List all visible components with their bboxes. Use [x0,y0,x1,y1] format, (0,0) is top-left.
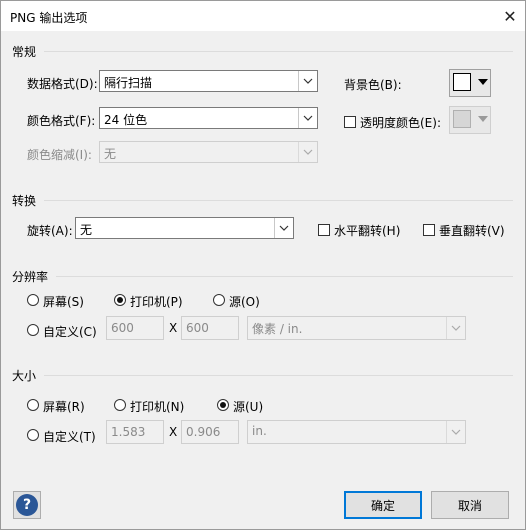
resolution-source-label: 源(O) [229,295,260,309]
background-color-label: 背景色(B): [344,78,402,92]
transparent-color-button [449,106,491,134]
resolution-source-radio[interactable] [213,294,225,306]
resolution-times-label: X [169,321,178,335]
png-output-options-dialog: PNG 输出选项 ✕ 常规 数据格式(D): 隔行扫描 颜色格式(F): 24 … [0,0,526,530]
chevron-down-icon [274,218,293,238]
size-group-title: 大小 [12,369,37,383]
ok-button[interactable]: 确定 [344,491,422,519]
cancel-button[interactable]: 取消 [431,491,509,519]
dropdown-arrow-icon [478,116,488,122]
size-unit-select: in. [247,420,466,444]
color-reduce-value: 无 [104,147,117,161]
flip-vertical-label: 垂直翻转(V) [439,224,505,238]
chevron-down-icon [298,108,317,128]
size-screen-label: 屏幕(R) [43,400,85,414]
general-group-title: 常规 [12,45,37,59]
rotate-label: 旋转(A): [27,224,73,238]
size-divider [44,375,513,376]
data-format-value: 隔行扫描 [104,76,153,90]
size-custom-label: 自定义(T) [43,430,96,444]
resolution-printer-label: 打印机(P) [130,295,183,309]
resolution-y-input: 600 [181,316,239,340]
transform-group-title: 转换 [12,194,37,208]
resolution-screen-label: 屏幕(S) [43,295,84,309]
data-format-select[interactable]: 隔行扫描 [99,70,318,92]
help-icon: ? [16,494,38,516]
chevron-down-icon [446,317,465,339]
background-color-swatch [453,73,471,91]
color-format-label: 颜色格式(F): [27,114,96,128]
dropdown-arrow-icon [478,79,488,85]
color-reduce-label: 颜色缩减(I): [27,148,92,162]
general-divider [44,51,513,52]
chevron-down-icon [298,71,317,91]
size-width-input: 1.583 [106,420,164,444]
resolution-custom-radio[interactable] [27,324,39,336]
size-source-label: 源(U) [233,400,264,414]
resolution-x-value: 600 [111,321,134,335]
size-times-label: X [169,425,178,439]
flip-horizontal-checkbox[interactable] [318,224,330,236]
color-format-select[interactable]: 24 位色 [99,107,318,129]
rotate-value: 无 [80,223,93,237]
transparent-color-swatch [453,110,471,128]
flip-horizontal-label: 水平翻转(H) [334,224,401,238]
resolution-y-value: 600 [186,321,209,335]
chevron-down-icon [298,142,317,162]
size-height-value: 0.906 [186,425,221,439]
size-custom-radio[interactable] [27,429,39,441]
help-button[interactable]: ? [13,491,41,519]
data-format-label: 数据格式(D): [27,77,98,91]
size-printer-label: 打印机(N) [130,400,185,414]
resolution-screen-radio[interactable] [27,294,39,306]
close-icon[interactable]: ✕ [495,1,525,31]
resolution-unit-select: 像素 / in. [247,316,466,340]
size-unit-value: in. [252,424,267,438]
transparent-color-checkbox[interactable] [344,116,356,128]
rotate-select[interactable]: 无 [75,217,294,239]
window-title: PNG 输出选项 [10,11,88,25]
transform-divider [44,200,513,201]
size-source-radio[interactable] [217,399,229,411]
chevron-down-icon [446,421,465,443]
color-reduce-select: 无 [99,141,318,163]
resolution-custom-label: 自定义(C) [43,325,97,339]
resolution-x-input: 600 [106,316,164,340]
resolution-unit-value: 像素 / in. [252,322,303,336]
color-format-value: 24 位色 [104,113,148,127]
resolution-divider [56,276,513,277]
size-height-input: 0.906 [181,420,239,444]
title-bar: PNG 输出选项 ✕ [1,1,525,31]
size-screen-radio[interactable] [27,399,39,411]
resolution-group-title: 分辨率 [12,270,49,284]
resolution-printer-radio[interactable] [114,294,126,306]
flip-vertical-checkbox[interactable] [423,224,435,236]
size-printer-radio[interactable] [114,399,126,411]
size-width-value: 1.583 [111,425,146,439]
background-color-button[interactable] [449,69,491,97]
transparent-color-label: 透明度颜色(E): [360,116,441,130]
